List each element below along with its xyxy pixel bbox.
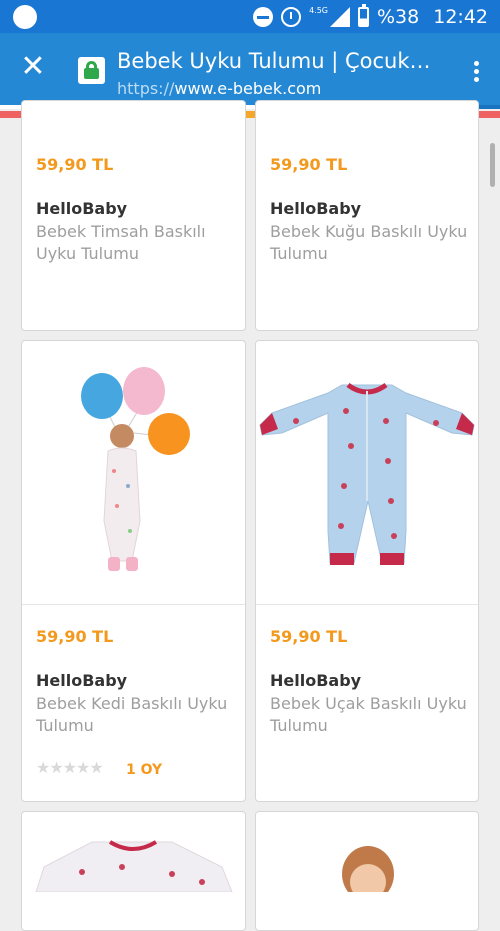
battery-percent: %38 [377, 5, 420, 28]
do-not-disturb-icon [253, 6, 274, 27]
product-name[interactable]: Bebek Kedi Baskılı Uyku Tulumu [36, 693, 236, 737]
status-icons: 4.5G %38 12:42 [253, 0, 488, 33]
product-name[interactable]: Bebek Kuğu Baskılı Uyku Tulumu [270, 221, 470, 265]
product-brand: HelloBaby [270, 199, 362, 218]
product-brand: HelloBaby [36, 671, 128, 690]
product-name[interactable]: Bebek Uçak Baskılı Uyku Tulumu [270, 693, 470, 737]
alarm-icon [281, 6, 302, 27]
rating-count[interactable]: 1 OY [126, 762, 162, 778]
product-brand: HelloBaby [36, 199, 128, 218]
status-bar: 4.5G %38 12:42 [0, 0, 500, 33]
product-image[interactable] [256, 812, 478, 930]
close-icon[interactable]: ✕ [18, 52, 48, 83]
product-brand: HelloBaby [270, 671, 362, 690]
product-image[interactable] [256, 341, 478, 605]
product-price: 59,90 TL [36, 155, 114, 174]
battery-icon [358, 3, 369, 27]
signal-icon [330, 6, 350, 27]
product-card[interactable]: 59,90 TL HelloBaby Bebek Kuğu Baskılı Uy… [255, 100, 479, 331]
product-card[interactable]: 59,90 TL HelloBaby Bebek Uçak Baskılı Uy… [255, 340, 479, 802]
page-title[interactable]: Bebek Uyku Tulumu | Çocuk Uyku Tulumu [117, 49, 437, 73]
product-price: 59,90 TL [270, 155, 348, 174]
product-card[interactable]: 59,90 TL HelloBaby Bebek Kedi Baskılı Uy… [21, 340, 246, 802]
more-vertical-icon[interactable] [474, 61, 480, 83]
product-image[interactable] [22, 812, 245, 930]
product-price: 59,90 TL [270, 627, 348, 646]
page-url[interactable]: https://www.e-bebek.com [117, 79, 321, 98]
product-name[interactable]: Bebek Timsah Baskılı Uyku Tulumu [36, 221, 236, 265]
rating-stars-icon: ★★★★★ [36, 758, 104, 777]
scrollbar[interactable] [490, 143, 495, 187]
product-image[interactable] [22, 341, 245, 605]
product-card[interactable] [21, 811, 246, 931]
url-scheme: https:// [117, 79, 175, 98]
url-host: www.e-bebek.com [174, 79, 322, 98]
lock-icon[interactable] [78, 57, 105, 84]
product-card[interactable] [255, 811, 479, 931]
clock: 12:42 [433, 5, 488, 28]
product-price: 59,90 TL [36, 627, 114, 646]
notification-dot-icon [13, 5, 37, 29]
product-card[interactable]: 59,90 TL HelloBaby Bebek Timsah Baskılı … [21, 100, 246, 331]
browser-toolbar: ✕ Bebek Uyku Tulumu | Çocuk Uyku Tulumu … [0, 33, 500, 105]
network-type: 4.5G [309, 6, 328, 15]
